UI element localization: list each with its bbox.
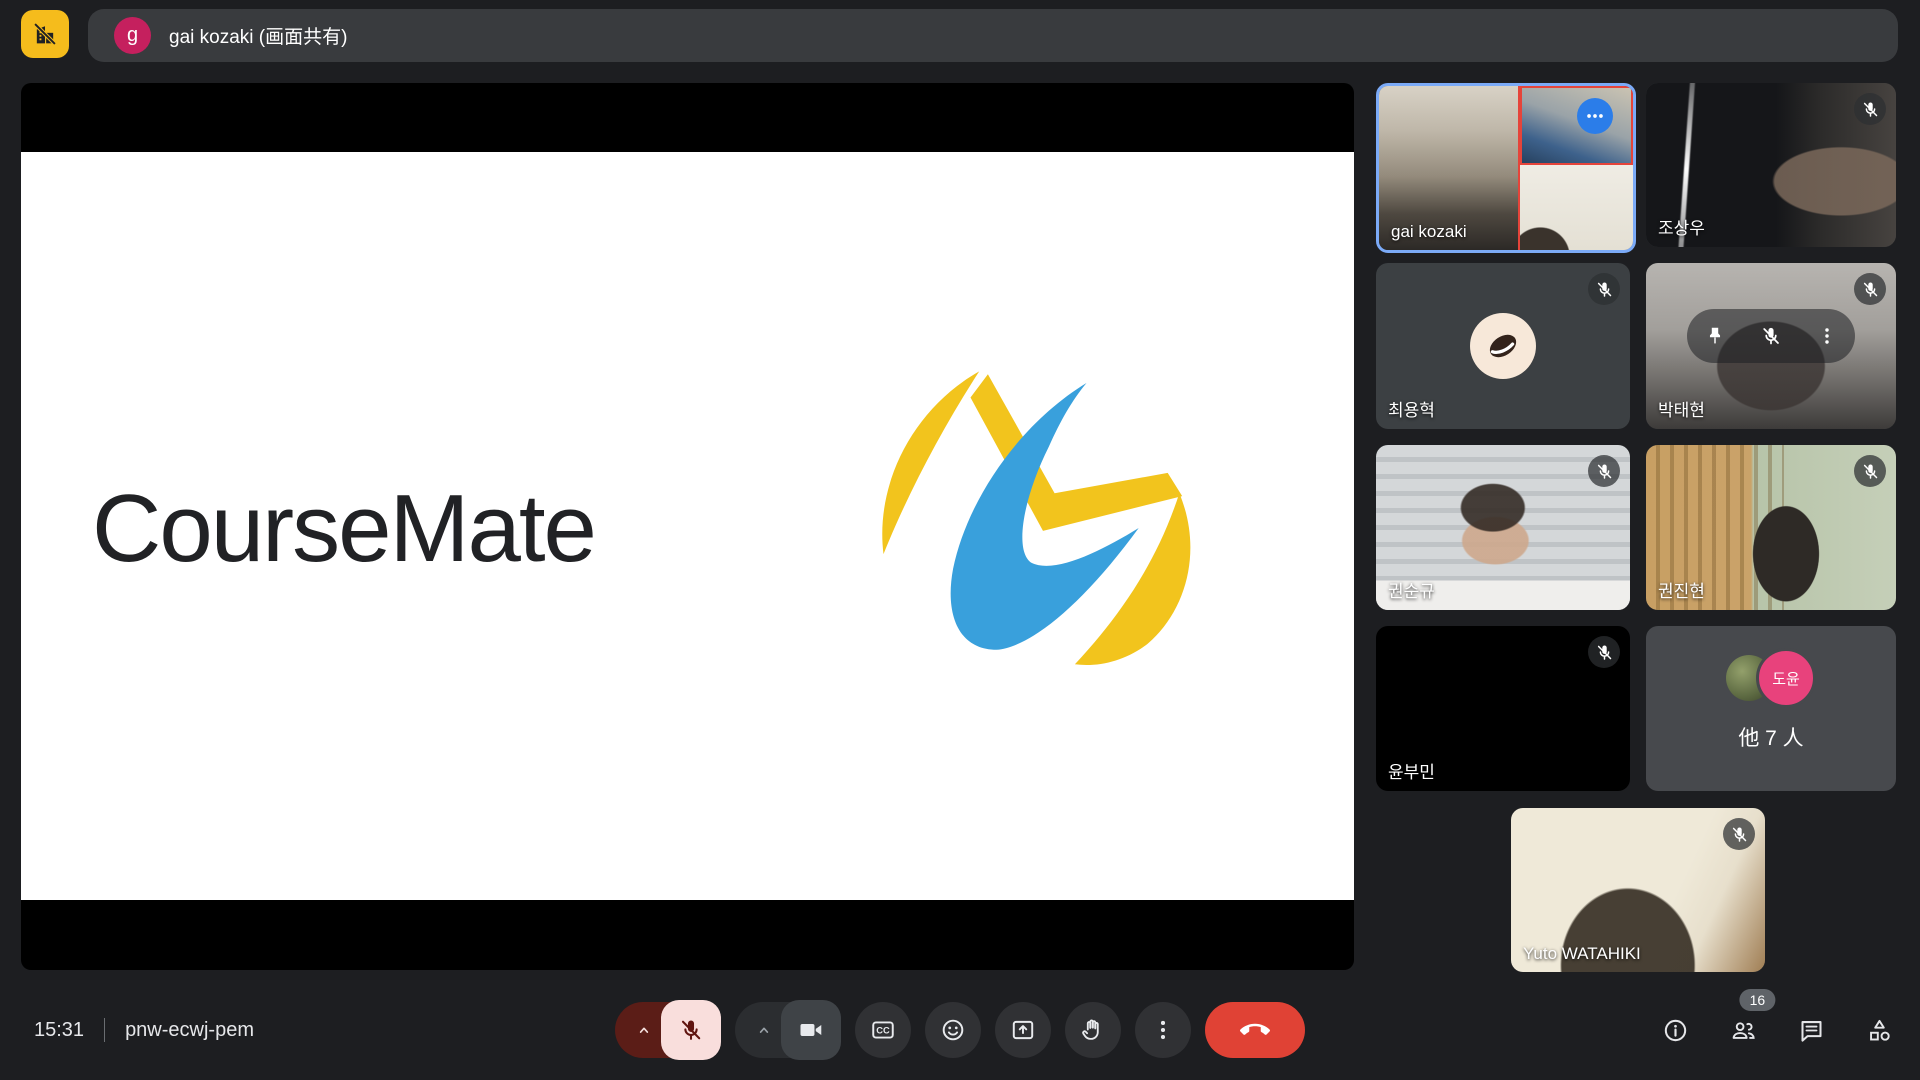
chat-icon (1798, 1017, 1825, 1044)
participant-tile[interactable]: 박태현 (1646, 263, 1896, 429)
raise-hand-button[interactable] (1065, 1002, 1121, 1058)
captions-icon (870, 1017, 896, 1043)
clock: 15:31 (34, 1019, 84, 1042)
camera-control-group (735, 1000, 841, 1060)
mic-muted-badge (1588, 273, 1620, 305)
overflow-participants-tile[interactable]: 도윤 他 7 人 (1646, 626, 1896, 791)
divider (104, 1018, 105, 1042)
pin-icon[interactable] (1704, 325, 1726, 347)
participant-tile[interactable]: gai kozaki (1376, 83, 1636, 253)
present-screen-button[interactable] (995, 1002, 1051, 1058)
participant-name: 윤부민 (1388, 758, 1435, 783)
shared-screen-stage[interactable]: CourseMate (21, 83, 1354, 970)
participant-name: 권진현 (1658, 577, 1705, 602)
participant-tile[interactable]: 윤부민 (1376, 626, 1630, 791)
mic-off-icon (1595, 280, 1614, 299)
bottom-bar: 15:31 pnw-ecwj-pem (0, 980, 1920, 1080)
tile-more-options-button[interactable] (1577, 98, 1613, 134)
coursemate-logo (869, 358, 1217, 698)
participant-name: 조상우 (1658, 214, 1705, 239)
chevron-up-icon (634, 1020, 654, 1040)
more-vert-icon (1150, 1017, 1176, 1043)
info-icon (1662, 1017, 1689, 1044)
mic-off-icon (1595, 643, 1614, 662)
top-bar: g gai kozaki (画面共有) (0, 0, 1920, 70)
activities-icon (1866, 1017, 1893, 1044)
meeting-details-button[interactable] (1660, 1015, 1690, 1045)
people-icon (1730, 1017, 1757, 1044)
end-call-button[interactable] (1205, 1002, 1305, 1058)
more-vert-icon[interactable] (1816, 325, 1838, 347)
captions-button[interactable] (855, 1002, 911, 1058)
mic-toggle-button[interactable] (661, 1000, 721, 1060)
activities-panel-button[interactable] (1864, 1015, 1894, 1045)
sub-camera-feed (1520, 86, 1633, 165)
profile-avatar (1470, 313, 1536, 379)
call-end-icon (1240, 1015, 1270, 1045)
presenter-avatar: g (114, 17, 151, 54)
present-screen-icon (1010, 1017, 1036, 1043)
sub-camera-feed (1520, 165, 1633, 250)
mic-off-icon (1861, 100, 1880, 119)
participant-tile[interactable]: Yuto WATAHIKI (1511, 808, 1765, 972)
camera-icon (798, 1017, 824, 1043)
participant-tile[interactable]: 최용혁 (1376, 263, 1630, 429)
mic-control-group (615, 1000, 721, 1060)
overflow-count-label: 他 7 人 (1646, 722, 1896, 752)
slide-title: CourseMate (92, 474, 595, 584)
building-slash-glyph (31, 20, 59, 48)
overflow-avatars: 도윤 (1646, 648, 1896, 708)
presenter-pill[interactable]: g gai kozaki (画面共有) (88, 9, 1898, 62)
building-slash-icon[interactable] (21, 10, 69, 58)
mic-muted-badge (1588, 636, 1620, 668)
reactions-button[interactable] (925, 1002, 981, 1058)
meeting-info: 15:31 pnw-ecwj-pem (34, 980, 254, 1080)
presenter-label: gai kozaki (画面共有) (169, 22, 347, 49)
participant-name: 최용혁 (1388, 396, 1435, 421)
more-options-button[interactable] (1135, 1002, 1191, 1058)
mic-off-icon (678, 1017, 704, 1043)
participant-tile[interactable]: 권순규 (1376, 445, 1630, 610)
mic-muted-badge (1588, 455, 1620, 487)
meeting-code: pnw-ecwj-pem (125, 1019, 254, 1042)
people-panel-button[interactable]: 16 (1728, 1015, 1758, 1045)
tile-hover-controls (1687, 309, 1855, 363)
mic-off-icon (1861, 462, 1880, 481)
emoji-icon (940, 1017, 966, 1043)
mic-off-icon (1730, 825, 1749, 844)
chevron-up-icon (754, 1020, 774, 1040)
cookie-avatar-image (1480, 323, 1526, 369)
participant-count-badge: 16 (1739, 989, 1775, 1011)
participant-name: gai kozaki (1391, 222, 1467, 242)
participant-name: 권순규 (1388, 577, 1435, 602)
camera-toggle-button[interactable] (781, 1000, 841, 1060)
overflow-avatar-badge: 도윤 (1756, 648, 1816, 708)
raise-hand-icon (1080, 1017, 1106, 1043)
panel-buttons: 16 (1660, 980, 1894, 1080)
mic-muted-badge (1854, 455, 1886, 487)
participant-tile[interactable]: 권진현 (1646, 445, 1896, 610)
more-horiz-icon (1584, 105, 1606, 127)
chat-panel-button[interactable] (1796, 1015, 1826, 1045)
mic-muted-badge (1854, 93, 1886, 125)
sub-camera-column (1520, 86, 1633, 250)
mic-off-icon[interactable] (1760, 325, 1782, 347)
mic-muted-badge (1723, 818, 1755, 850)
call-controls (615, 1000, 1305, 1060)
google-meet-window: g gai kozaki (画面共有) CourseMate ga (0, 0, 1920, 1080)
participant-silhouette (1731, 501, 1841, 610)
mic-muted-badge (1854, 273, 1886, 305)
participant-tile[interactable]: 조상우 (1646, 83, 1896, 247)
participant-name: 박태현 (1658, 396, 1705, 421)
mic-off-icon (1595, 462, 1614, 481)
mic-off-icon (1861, 280, 1880, 299)
presentation-slide: CourseMate (21, 152, 1354, 900)
participant-name: Yuto WATAHIKI (1523, 944, 1641, 964)
